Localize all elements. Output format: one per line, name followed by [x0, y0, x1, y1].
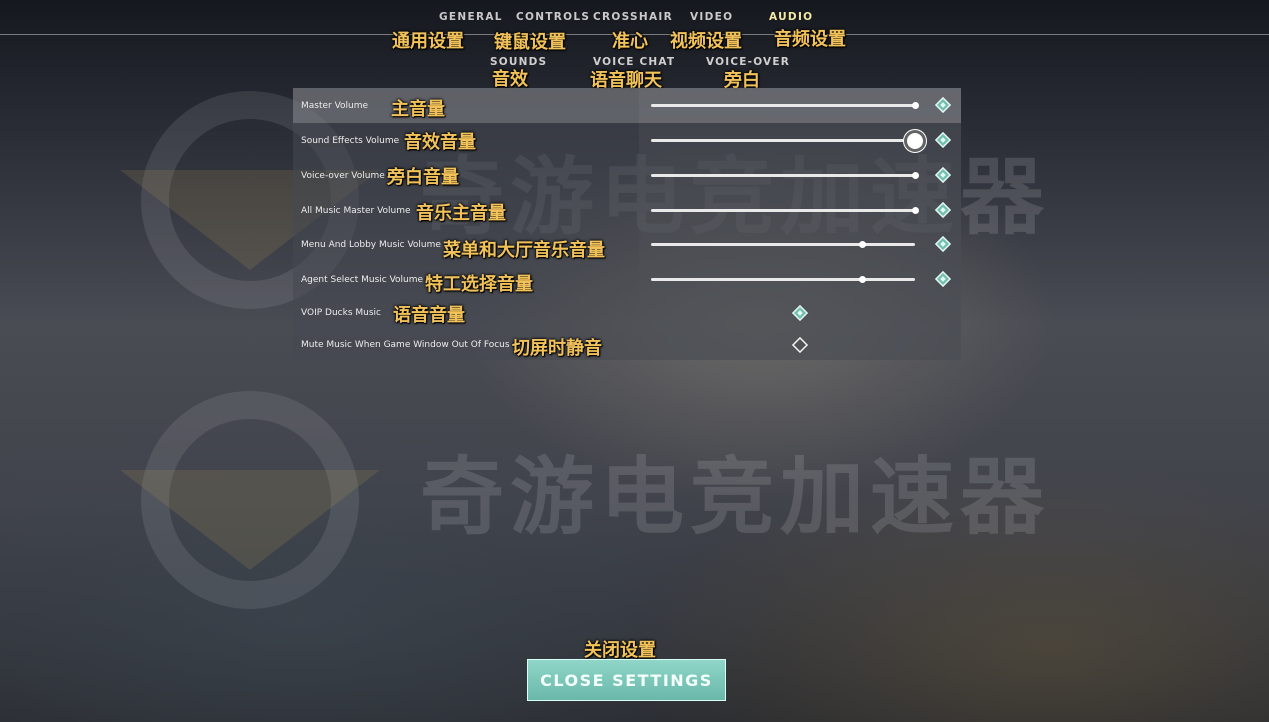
slider-knob[interactable] [911, 172, 919, 179]
tab-controls[interactable]: CONTROLS [516, 11, 590, 23]
reset-diamond-icon[interactable] [935, 132, 951, 148]
setting-label: Voice-over Volume [301, 171, 385, 181]
setting-annotation: 音乐主音量 [416, 203, 506, 224]
setting-label: All Music Master Volume [301, 206, 411, 216]
master-volume-slider[interactable] [651, 102, 919, 109]
setting-label: Master Volume [301, 101, 369, 111]
tab-general-annotation: 通用设置 [392, 31, 464, 52]
close-settings-button[interactable]: CLOSE SETTINGS [527, 659, 726, 701]
checkbox-checked-icon[interactable] [791, 304, 809, 322]
setting-annotation: 菜单和大厅音乐音量 [443, 240, 605, 261]
slider-knob[interactable] [911, 102, 919, 109]
slider-knob[interactable] [907, 133, 923, 149]
setting-label: Sound Effects Volume [301, 136, 400, 146]
all-music-master-volume-slider[interactable] [651, 207, 919, 214]
tab-crosshair-annotation: 准心 [612, 31, 648, 52]
tab-crosshair[interactable]: CROSSHAIR [593, 11, 673, 23]
tab-video-annotation: 视频设置 [670, 31, 742, 52]
slider-knob[interactable] [911, 207, 919, 214]
menu-lobby-music-volume-slider[interactable] [651, 241, 915, 248]
setting-label: Menu And Lobby Music Volume [301, 240, 441, 250]
reset-diamond-icon[interactable] [935, 236, 951, 252]
reset-diamond-icon[interactable] [935, 271, 951, 287]
tab-controls-annotation: 键鼠设置 [494, 32, 566, 53]
tab-audio[interactable]: AUDIO [769, 11, 813, 23]
setting-label: Agent Select Music Volume [301, 275, 424, 285]
slider-knob[interactable] [858, 241, 866, 248]
reset-diamond-icon[interactable] [935, 167, 951, 183]
reset-diamond-icon[interactable] [935, 202, 951, 218]
setting-annotation: 语音音量 [393, 305, 465, 326]
sound-effects-volume-slider[interactable] [651, 133, 923, 149]
voice-over-volume-slider[interactable] [651, 172, 919, 179]
setting-annotation: 切屏时静音 [512, 338, 602, 359]
tab-video[interactable]: VIDEO [690, 11, 733, 23]
tab-general[interactable]: GENERAL [439, 11, 503, 23]
setting-row-mute-music-out-of-focus[interactable]: Mute Music When Game Window Out Of Focus [293, 329, 961, 360]
setting-label: VOIP Ducks Music [301, 308, 381, 318]
tab-audio-annotation: 音频设置 [774, 29, 846, 50]
slider-knob[interactable] [858, 276, 866, 283]
watermark-text-bottom: 奇游电竞加速器 [420, 448, 1051, 546]
setting-label: Mute Music When Game Window Out Of Focus [301, 340, 510, 350]
setting-annotation: 主音量 [391, 99, 445, 120]
reset-diamond-icon[interactable] [935, 97, 951, 113]
setting-annotation: 音效音量 [404, 132, 476, 153]
setting-annotation: 旁白音量 [387, 167, 459, 188]
checkbox-unchecked-icon[interactable] [791, 336, 809, 354]
watermark-logo-icon [120, 391, 380, 609]
agent-select-music-volume-slider[interactable] [651, 276, 915, 283]
setting-annotation: 特工选择音量 [425, 274, 533, 295]
